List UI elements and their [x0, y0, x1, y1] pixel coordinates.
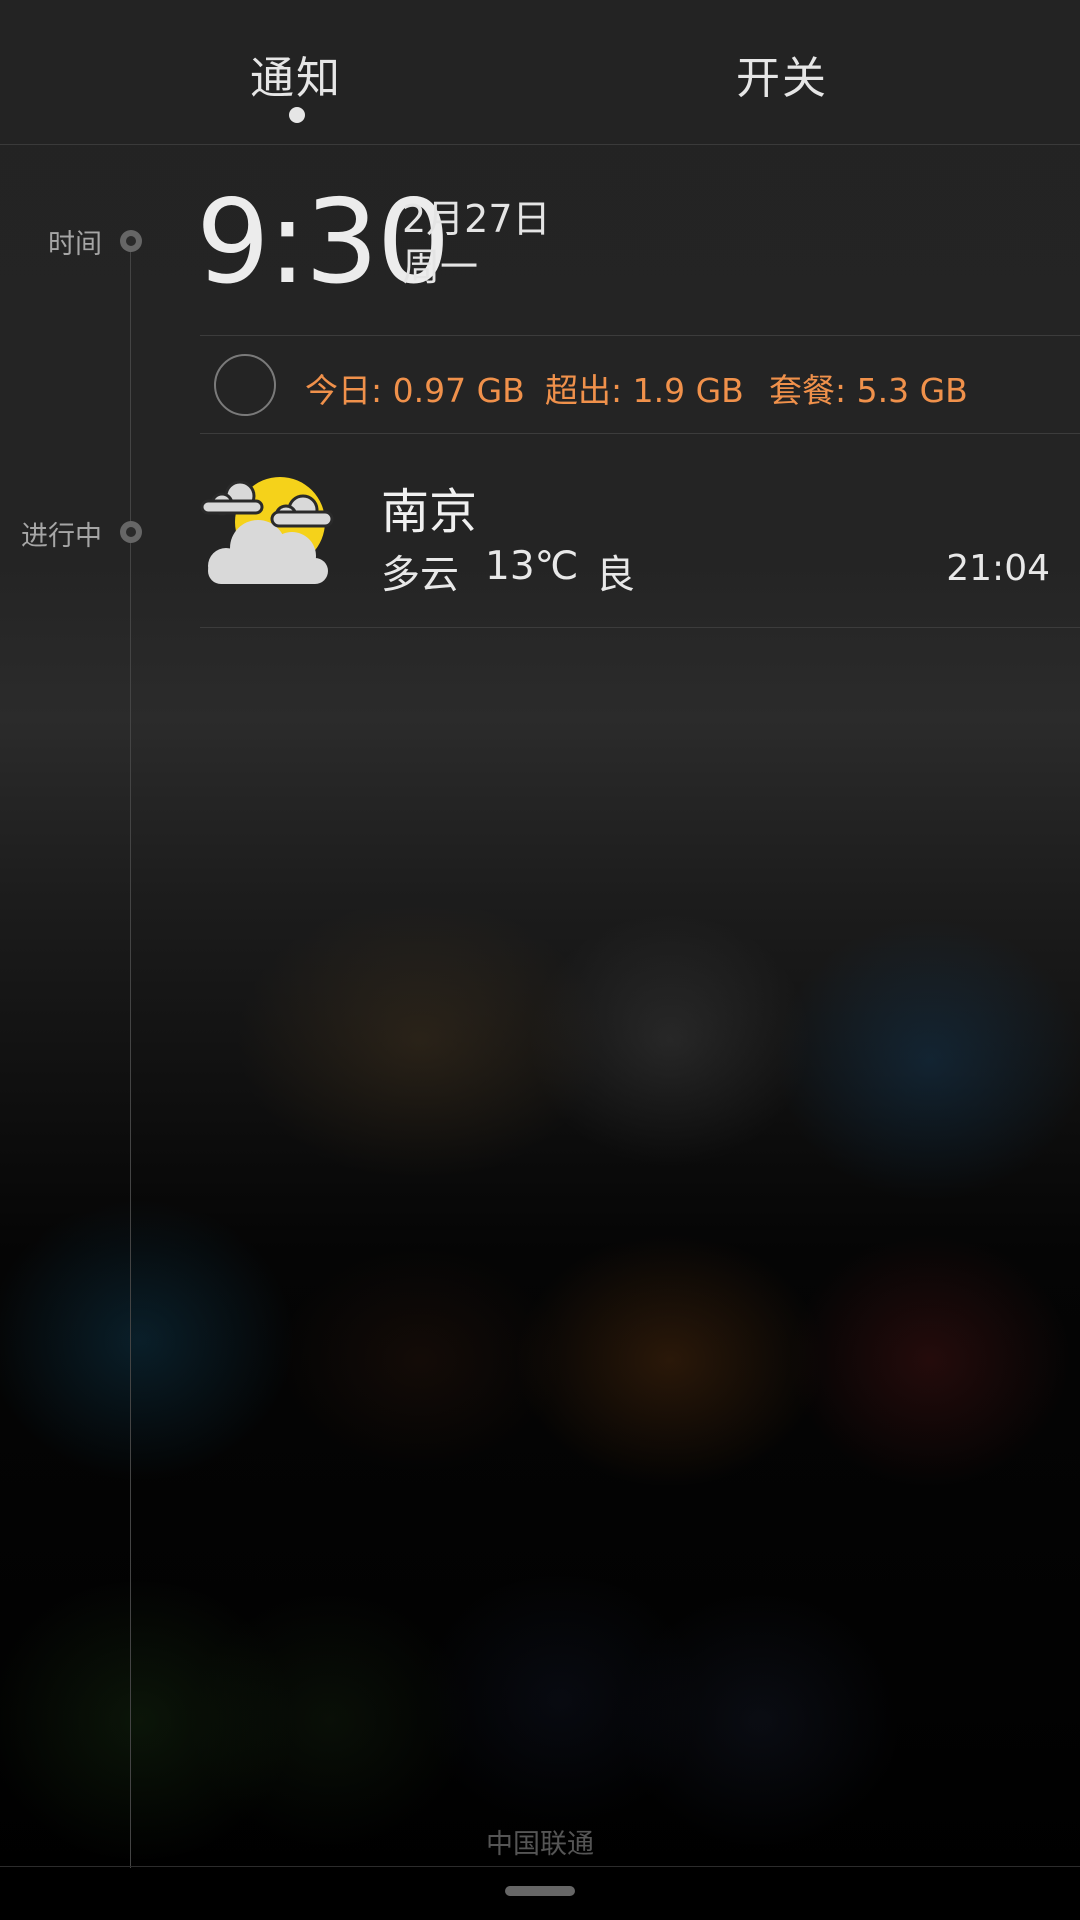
weather-air-quality: 良	[596, 553, 636, 598]
weather-condition: 多云	[381, 553, 460, 598]
data-usage-today: 今日: 0.97 GB	[305, 371, 525, 410]
weather-city[interactable]: 南京	[381, 472, 477, 542]
divider	[200, 335, 1080, 336]
tab-toggles[interactable]: 开关	[632, 42, 932, 106]
divider	[200, 627, 1080, 628]
timeline-label-ongoing: 进行中	[21, 521, 102, 552]
notification-shade: 通知 开关 时间 进行中 9:30 2月27日 周一 今日: 0.97 GB 超…	[0, 0, 1080, 1920]
timeline-node-time	[120, 230, 142, 252]
tab-notifications[interactable]: 通知	[146, 42, 446, 106]
data-usage-plan: 套餐: 5.3 GB	[769, 371, 968, 410]
partly-cloudy-icon	[200, 477, 334, 584]
divider	[200, 433, 1080, 434]
data-usage-ring[interactable]	[214, 354, 276, 416]
timeline-label-time: 时间	[48, 229, 102, 260]
timeline-line	[130, 240, 131, 1868]
data-usage-over: 超出: 1.9 GB	[545, 371, 744, 410]
bottom-divider	[0, 1866, 1080, 1867]
weather-update-time: 21:04	[946, 548, 1050, 589]
weather-temperature: 13℃	[485, 544, 579, 589]
active-tab-indicator	[289, 107, 305, 123]
tab-bar: 通知 开关	[0, 0, 1080, 145]
clock-weekday: 周一	[402, 245, 479, 289]
clock-date: 2月27日	[402, 197, 551, 241]
carrier-name: 中国联通	[486, 1829, 594, 1860]
drag-handle[interactable]	[505, 1886, 575, 1896]
timeline-node-ongoing	[120, 521, 142, 543]
